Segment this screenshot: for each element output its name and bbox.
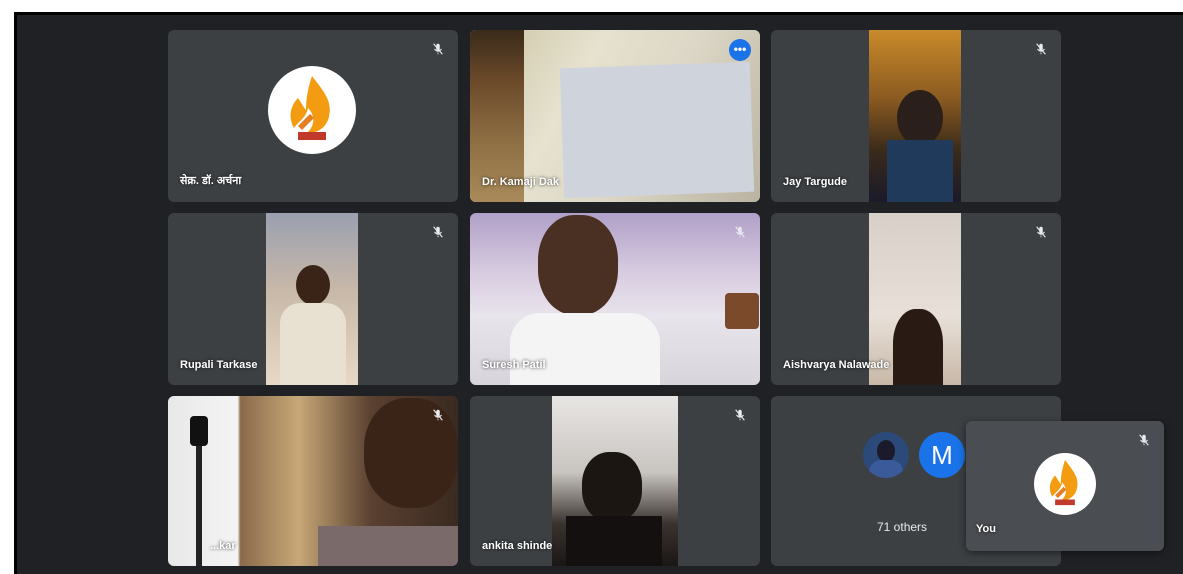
participant-tile-active[interactable]: ••• Dr. Kamaji Dak: [470, 30, 760, 202]
organization-logo: [268, 66, 356, 154]
mic-off-icon: [430, 225, 446, 241]
others-count: 71 others: [877, 520, 928, 534]
self-tile[interactable]: You: [966, 421, 1164, 551]
participant-video: [869, 30, 961, 202]
participant-avatar: [863, 432, 909, 478]
participant-tile[interactable]: ankita shinde: [470, 396, 760, 566]
mic-off-icon: [430, 42, 446, 58]
meeting-stage: सेक्र. डॉ. अर्चना ••• Dr. Kamaji Dak Jay…: [14, 12, 1183, 574]
participant-tile[interactable]: Aishvarya Nalawade: [771, 213, 1061, 385]
mic-off-icon: [732, 225, 748, 241]
participant-video: [266, 213, 358, 385]
participant-tile[interactable]: Suresh Patil: [470, 213, 760, 385]
mic-off-icon: [1136, 433, 1152, 449]
participant-name: ...kar: [210, 540, 236, 552]
mic-off-icon: [732, 408, 748, 424]
organization-logo: [1034, 453, 1096, 515]
participant-name: सेक्र. डॉ. अर्चना: [180, 175, 242, 187]
mic-off-icon: [1033, 225, 1049, 241]
participant-tile[interactable]: सेक्र. डॉ. अर्चना: [168, 30, 458, 202]
self-name: You: [976, 523, 996, 535]
mic-off-icon: [1033, 42, 1049, 58]
mic-off-icon: [430, 408, 446, 424]
more-options-button[interactable]: •••: [729, 39, 751, 61]
participant-name: Jay Targude: [783, 176, 847, 188]
participant-name: Dr. Kamaji Dak: [482, 176, 560, 188]
participant-video: [552, 396, 678, 566]
participant-tile[interactable]: Jay Targude: [771, 30, 1061, 202]
participant-name: Suresh Patil: [482, 359, 546, 371]
participant-name: Rupali Tarkase: [180, 359, 258, 371]
participant-tile[interactable]: Rupali Tarkase: [168, 213, 458, 385]
participant-tile[interactable]: ...kar: [168, 396, 458, 566]
participant-name: Aishvarya Nalawade: [783, 359, 890, 371]
participant-name: ankita shinde: [482, 540, 553, 552]
participant-avatar: M: [919, 432, 965, 478]
